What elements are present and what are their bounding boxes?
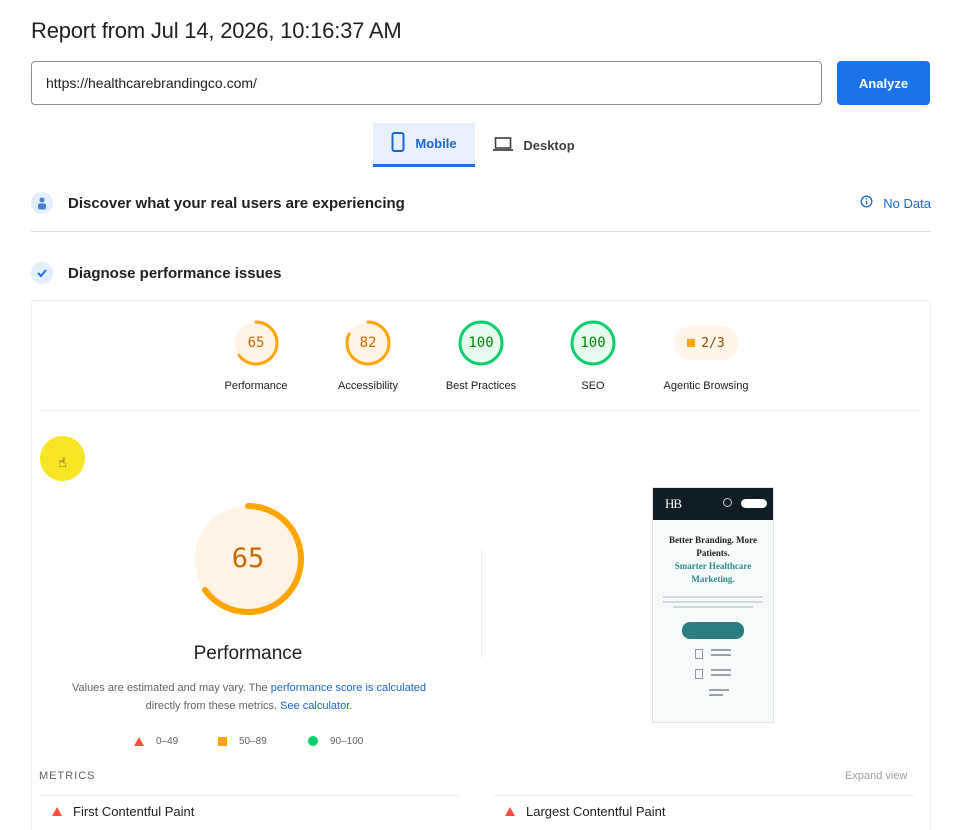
tab-desktop[interactable]: Desktop	[484, 123, 584, 167]
gauge-seo-score: 100	[580, 335, 606, 351]
tab-desktop-label: Desktop	[523, 137, 575, 153]
metric-lcp-label: Largest Contentful Paint	[526, 804, 666, 819]
gauge-accessibility-score: 82	[359, 335, 377, 351]
analyze-button[interactable]: Analyze	[837, 61, 930, 105]
screenshot-feature	[709, 689, 773, 699]
lighthouse-icon	[31, 262, 53, 284]
agentic-label: Agentic Browsing	[663, 380, 749, 392]
circle-icon	[308, 736, 318, 746]
category-agentic-browsing[interactable]: 2/3 Agentic Browsing	[650, 319, 762, 392]
card-divider	[40, 410, 922, 411]
screenshot-feature	[695, 669, 773, 679]
category-best-practices[interactable]: 100 Best Practices	[425, 319, 537, 392]
square-icon	[218, 736, 227, 746]
performance-score: 65	[231, 543, 265, 574]
screenshot-headline: Better Branding. More Patients.	[669, 535, 757, 558]
screenshot-feature	[695, 649, 773, 659]
metrics-divider	[494, 795, 914, 796]
metric-fcp-label: First Contentful Paint	[73, 804, 195, 819]
legend-fail: 0–49	[134, 733, 178, 749]
phone-call-icon	[723, 498, 732, 507]
fail-triangle-icon	[505, 807, 515, 816]
gauge-best-practices-label: Best Practices	[445, 380, 517, 392]
screenshot-cta	[682, 622, 744, 639]
gauge-performance-label: Performance	[224, 380, 288, 392]
section-divider	[31, 231, 931, 232]
gauge-accessibility-label: Accessibility	[338, 380, 398, 392]
url-input[interactable]	[31, 61, 822, 105]
gauge-best-practices: 100	[457, 319, 505, 367]
agentic-badge: 2/3	[674, 319, 738, 367]
hand-cursor-icon: ☝	[58, 454, 67, 470]
see-calculator-link[interactable]: See calculator.	[280, 700, 352, 712]
fail-triangle-icon	[52, 807, 62, 816]
screenshot-body-text	[663, 596, 763, 608]
crux-section-label: Discover what your real users are experi…	[68, 194, 405, 212]
metric-fcp: First Contentful Paint	[52, 804, 194, 819]
triangle-icon	[134, 736, 144, 746]
laptop-icon	[493, 136, 514, 155]
category-seo[interactable]: 100 SEO	[537, 319, 649, 392]
gauge-seo: 100	[569, 319, 617, 367]
metrics-title: METRICS	[39, 770, 96, 782]
gauge-performance: 65	[232, 319, 280, 367]
crux-section: Discover what your real users are experi…	[31, 183, 931, 223]
agentic-value: 2/3	[701, 335, 725, 351]
users-icon	[31, 192, 53, 214]
score-calculated-link[interactable]: performance score is calculated	[271, 682, 426, 694]
gauge-best-practices-score: 100	[468, 335, 494, 351]
no-data-link[interactable]: No Data	[860, 195, 931, 211]
diagnose-section: Diagnose performance issues	[31, 253, 931, 293]
legend-fail-range: 0–49	[156, 735, 179, 747]
no-data-label: No Data	[883, 195, 931, 211]
gauge-seo-label: SEO	[581, 380, 605, 392]
metric-lcp: Largest Contentful Paint	[505, 804, 665, 819]
screenshot-headline-accent: Smarter Healthcare Marketing.	[674, 561, 752, 584]
diagnose-section-label: Diagnose performance issues	[68, 264, 282, 282]
legend-pass: 90–100	[308, 733, 363, 749]
category-performance[interactable]: 65 Performance	[200, 319, 312, 392]
page-screenshot: HB Better Branding. More Patients. Smart…	[652, 487, 774, 723]
performance-note: Values are estimated and may vary. The p…	[60, 679, 438, 715]
note-text-start: Values are estimated and may vary. The	[71, 682, 271, 694]
category-accessibility[interactable]: 82 Accessibility	[312, 319, 424, 392]
vertical-divider	[481, 548, 482, 658]
metrics-divider	[39, 795, 459, 796]
legend-average: 50–89	[218, 733, 267, 749]
info-icon	[860, 195, 873, 211]
performance-label: Performance	[193, 643, 303, 664]
gauge-performance-score: 65	[247, 335, 265, 351]
screenshot-header: HB	[653, 488, 773, 520]
gauge-accessibility: 82	[344, 319, 392, 367]
screenshot-logo: HB	[665, 496, 682, 511]
menu-pill	[741, 499, 767, 508]
phone-icon	[391, 132, 405, 155]
square-icon	[687, 339, 696, 347]
tab-mobile[interactable]: Mobile	[373, 123, 475, 167]
legend-average-range: 50–89	[239, 735, 267, 747]
legend-pass-range: 90–100	[330, 735, 364, 747]
tab-mobile-label: Mobile	[415, 136, 457, 151]
expand-view-button[interactable]: Expand view	[845, 770, 907, 782]
report-title: Report from Jul 14, 2026, 10:16:37 AM	[31, 18, 402, 43]
note-text-mid: directly from these metrics.	[145, 700, 281, 712]
